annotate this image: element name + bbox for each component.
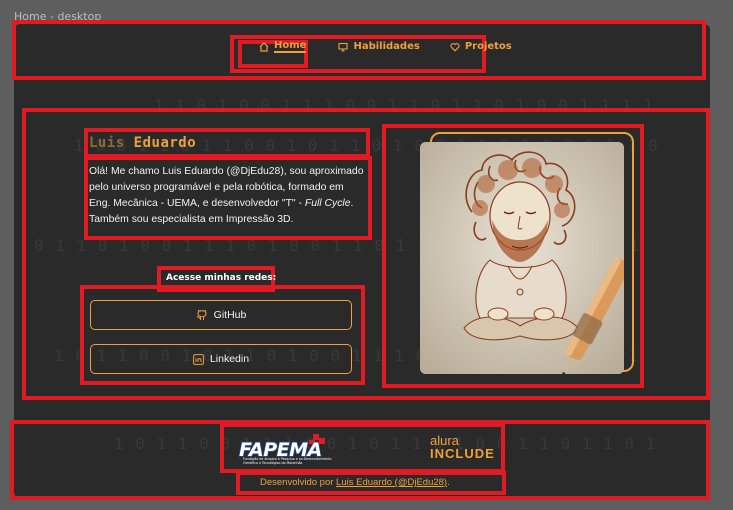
include-wordmark: INCLUDE	[430, 446, 495, 461]
footer-credit: Desenvolvido por Luis Eduardo (@DjEdu28)…	[260, 477, 450, 488]
profile-illustration	[420, 142, 624, 374]
author-link[interactable]: Luis Eduardo (@DjEdu28)	[336, 477, 447, 488]
profile-bio: Olá! Me chamo Luis Eduardo (@DjEdu28), s…	[89, 164, 367, 234]
alura-include-logo: alura INCLUDE	[430, 434, 495, 460]
monitor-icon	[338, 42, 349, 52]
profile-last-name: Eduardo	[133, 135, 197, 151]
fapema-subtitle: Fundação de Amparo à Pesquisa e ao Desen…	[243, 457, 332, 465]
social-title: Acesse minhas redes:	[166, 273, 277, 283]
nav-projetos-label: Projetos	[464, 41, 512, 52]
nav-habilidades[interactable]: Habilidades	[324, 37, 433, 56]
nav-home-label: Home	[274, 40, 307, 53]
heart-icon	[450, 42, 460, 52]
github-button[interactable]: GitHub	[90, 300, 352, 330]
credit-suffix: .	[447, 477, 450, 488]
linkedin-icon	[193, 353, 204, 365]
nav-projetos[interactable]: Projetos	[436, 37, 526, 56]
profile-first-name: Luis	[89, 135, 125, 151]
linkedin-label: Linkedin	[209, 353, 250, 365]
home-icon	[259, 41, 269, 52]
sketch-illustration	[420, 142, 624, 374]
bio-emphasis: Full Cycle	[304, 198, 351, 209]
main-nav: Home Habilidades Projetos	[231, 36, 526, 57]
profile-name: Luis Eduardo	[89, 135, 196, 151]
linkedin-button[interactable]: Linkedin	[90, 344, 352, 374]
github-icon	[196, 309, 207, 320]
nav-habilidades-label: Habilidades	[353, 41, 420, 52]
credit-prefix: Desenvolvido por	[260, 477, 337, 488]
fapema-logo: FAPEMA Fundação de Amparo à Pesquisa e a…	[238, 432, 332, 470]
nav-home[interactable]: Home	[245, 36, 320, 57]
github-label: GitHub	[213, 309, 247, 321]
